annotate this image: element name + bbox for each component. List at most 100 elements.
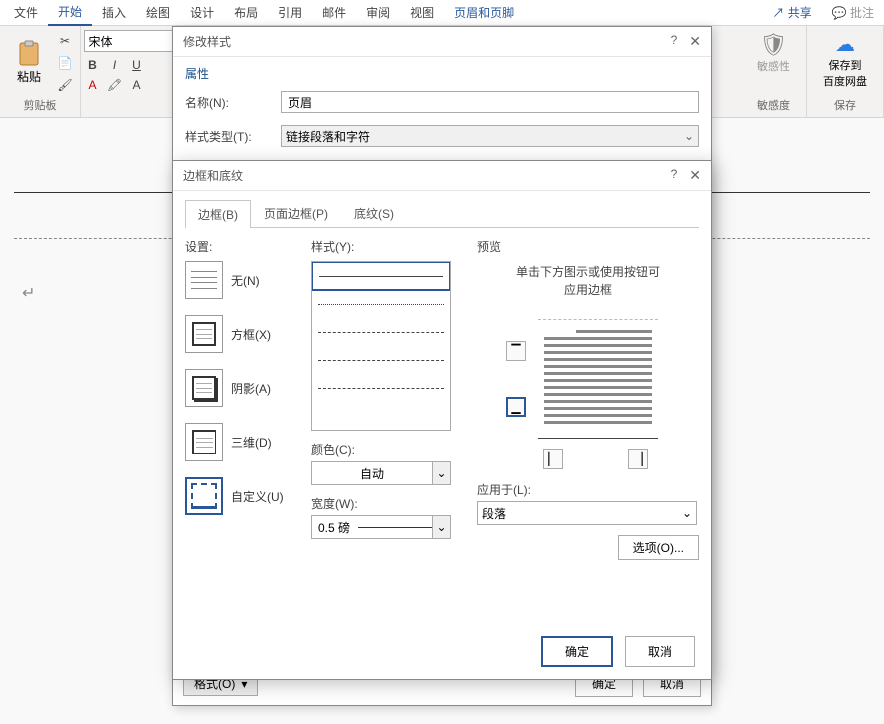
border-width-value: 0.5 磅 — [318, 519, 350, 536]
sensitivity-group-label: 敏感度 — [757, 97, 790, 115]
style-name-input[interactable] — [281, 91, 699, 113]
group-clipboard: 粘贴 ✂ 📄 🖌 剪贴板 — [0, 26, 81, 117]
border-right-icon: ▕ — [633, 452, 642, 466]
border-bottom-toggle[interactable]: ▁ — [506, 397, 526, 417]
border-right-toggle[interactable]: ▕ — [628, 449, 648, 469]
style-heading: 样式(Y): — [311, 238, 461, 255]
tab-design[interactable]: 设计 — [180, 0, 224, 25]
borders-cancel-button[interactable]: 取消 — [625, 636, 695, 667]
tab-review[interactable]: 审阅 — [356, 0, 400, 25]
group-sensitivity: 🛡 敏感性 敏感度 — [741, 26, 807, 117]
setting-3d-label: 三维(D) — [231, 434, 272, 451]
save-group-label: 保存 — [834, 97, 856, 115]
line-style-dashed-wide[interactable] — [312, 374, 450, 402]
border-left-toggle[interactable]: ▏ — [543, 449, 563, 469]
tab-references[interactable]: 引用 — [268, 0, 312, 25]
chevron-down-icon: ⌄ — [684, 129, 694, 143]
save-to-label: 保存到 百度网盘 — [823, 57, 867, 89]
border-left-icon: ▏ — [548, 452, 557, 466]
width-heading: 宽度(W): — [311, 495, 461, 512]
line-style-dotted[interactable] — [312, 290, 450, 318]
highlight-button[interactable]: 🖍 — [106, 76, 124, 94]
properties-heading: 属性 — [185, 65, 699, 82]
help-icon[interactable]: ? — [671, 33, 678, 50]
text-effects-button[interactable]: A — [128, 76, 146, 94]
border-top-icon: ▔ — [511, 344, 520, 358]
tab-border[interactable]: 边框(B) — [185, 200, 251, 228]
settings-heading: 设置: — [185, 238, 295, 255]
close-icon[interactable]: ✕ — [689, 33, 701, 50]
tab-shading[interactable]: 底纹(S) — [341, 199, 407, 227]
applyto-select[interactable]: 段落 ⌄ — [477, 501, 697, 525]
chevron-down-icon: ⌄ — [432, 462, 450, 484]
paste-button[interactable]: 粘贴 — [6, 40, 52, 85]
borders-tabs: 边框(B) 页面边框(P) 底纹(S) — [185, 199, 699, 228]
setting-none-label: 无(N) — [231, 272, 260, 289]
baidu-icon[interactable]: ☁ — [835, 32, 855, 57]
group-save: ☁ 保存到 百度网盘 保存 — [807, 26, 884, 117]
copy-icon[interactable]: 📄 — [56, 54, 74, 72]
paragraph-mark-icon: ↵ — [22, 283, 35, 303]
tab-insert[interactable]: 插入 — [92, 0, 136, 25]
chevron-down-icon: ⌄ — [432, 516, 450, 538]
cut-icon[interactable]: ✂ — [56, 32, 74, 50]
tab-home[interactable]: 开始 — [48, 0, 92, 26]
borders-ok-button[interactable]: 确定 — [541, 636, 613, 667]
applyto-value: 段落 — [482, 505, 506, 522]
tab-layout[interactable]: 布局 — [224, 0, 268, 25]
clipboard-icon — [17, 40, 41, 68]
font-name-combo[interactable]: 宋体 — [84, 30, 174, 52]
modify-dialog-titlebar[interactable]: 修改样式 ? ✕ — [173, 27, 711, 57]
tab-header-footer[interactable]: 页眉和页脚 — [444, 0, 524, 25]
setting-custom[interactable]: 自定义(U) — [185, 477, 295, 515]
setting-custom-label: 自定义(U) — [231, 488, 284, 505]
share-icon: ↗ — [772, 6, 787, 20]
borders-shading-dialog: 边框和底纹 ? ✕ 边框(B) 页面边框(P) 底纹(S) 设置: 无(N) 方… — [172, 160, 712, 680]
underline-button[interactable]: U — [128, 56, 146, 74]
italic-button[interactable]: I — [106, 56, 124, 74]
sensitivity-icon[interactable]: 🛡 — [760, 32, 788, 58]
line-style-solid[interactable] — [312, 262, 450, 290]
style-type-label: 样式类型(T): — [185, 128, 281, 145]
tab-view[interactable]: 视图 — [400, 0, 444, 25]
setting-shadow[interactable]: 阴影(A) — [185, 369, 295, 407]
preview-heading: 预览 — [477, 238, 699, 255]
bold-button[interactable]: B — [84, 56, 102, 74]
setting-box-label: 方框(X) — [231, 326, 271, 343]
comment-icon: 💬 — [832, 6, 850, 20]
borders-dialog-title: 边框和底纹 — [183, 167, 243, 184]
tab-page-border[interactable]: 页面边框(P) — [251, 199, 341, 227]
group-font: 宋体 B I U A 🖍 A — [81, 26, 177, 117]
ribbon-tabs: 文件 开始 插入 绘图 设计 布局 引用 邮件 审阅 视图 页眉和页脚 ↗ 共享… — [0, 0, 884, 26]
format-painter-icon[interactable]: 🖌 — [56, 76, 74, 94]
comments-button[interactable]: 💬 批注 — [826, 2, 880, 23]
border-bottom-icon: ▁ — [511, 400, 520, 414]
border-top-toggle[interactable]: ▔ — [506, 341, 526, 361]
paste-label: 粘贴 — [17, 68, 41, 85]
border-options-button[interactable]: 选项(O)... — [618, 535, 699, 560]
borders-dialog-titlebar[interactable]: 边框和底纹 ? ✕ — [173, 161, 711, 191]
tab-mailings[interactable]: 邮件 — [312, 0, 356, 25]
setting-3d[interactable]: 三维(D) — [185, 423, 295, 461]
setting-none[interactable]: 无(N) — [185, 261, 295, 299]
modify-dialog-title: 修改样式 — [183, 33, 231, 50]
border-width-combo[interactable]: 0.5 磅 ⌄ — [311, 515, 451, 539]
setting-shadow-label: 阴影(A) — [231, 380, 271, 397]
style-type-select[interactable]: 链接段落和字符 ⌄ — [281, 125, 699, 147]
close-icon[interactable]: ✕ — [689, 167, 701, 184]
preview-box: ▔ ▁ ▏ ▕ — [498, 311, 678, 471]
line-style-list[interactable] — [311, 261, 451, 431]
tab-file[interactable]: 文件 — [4, 0, 48, 25]
sensitivity-label: 敏感性 — [757, 58, 790, 74]
font-color-button[interactable]: A — [84, 76, 102, 94]
tab-draw[interactable]: 绘图 — [136, 0, 180, 25]
line-style-dashed-med[interactable] — [312, 346, 450, 374]
border-color-combo[interactable]: 自动 ⌄ — [311, 461, 451, 485]
setting-box[interactable]: 方框(X) — [185, 315, 295, 353]
share-button[interactable]: ↗ 共享 — [766, 2, 817, 23]
preview-paragraph[interactable] — [538, 319, 658, 439]
help-icon[interactable]: ? — [671, 167, 678, 184]
line-style-dashed-short[interactable] — [312, 318, 450, 346]
chevron-down-icon: ⌄ — [682, 506, 692, 520]
preview-hint: 单击下方图示或使用按钮可应用边框 — [477, 263, 699, 299]
